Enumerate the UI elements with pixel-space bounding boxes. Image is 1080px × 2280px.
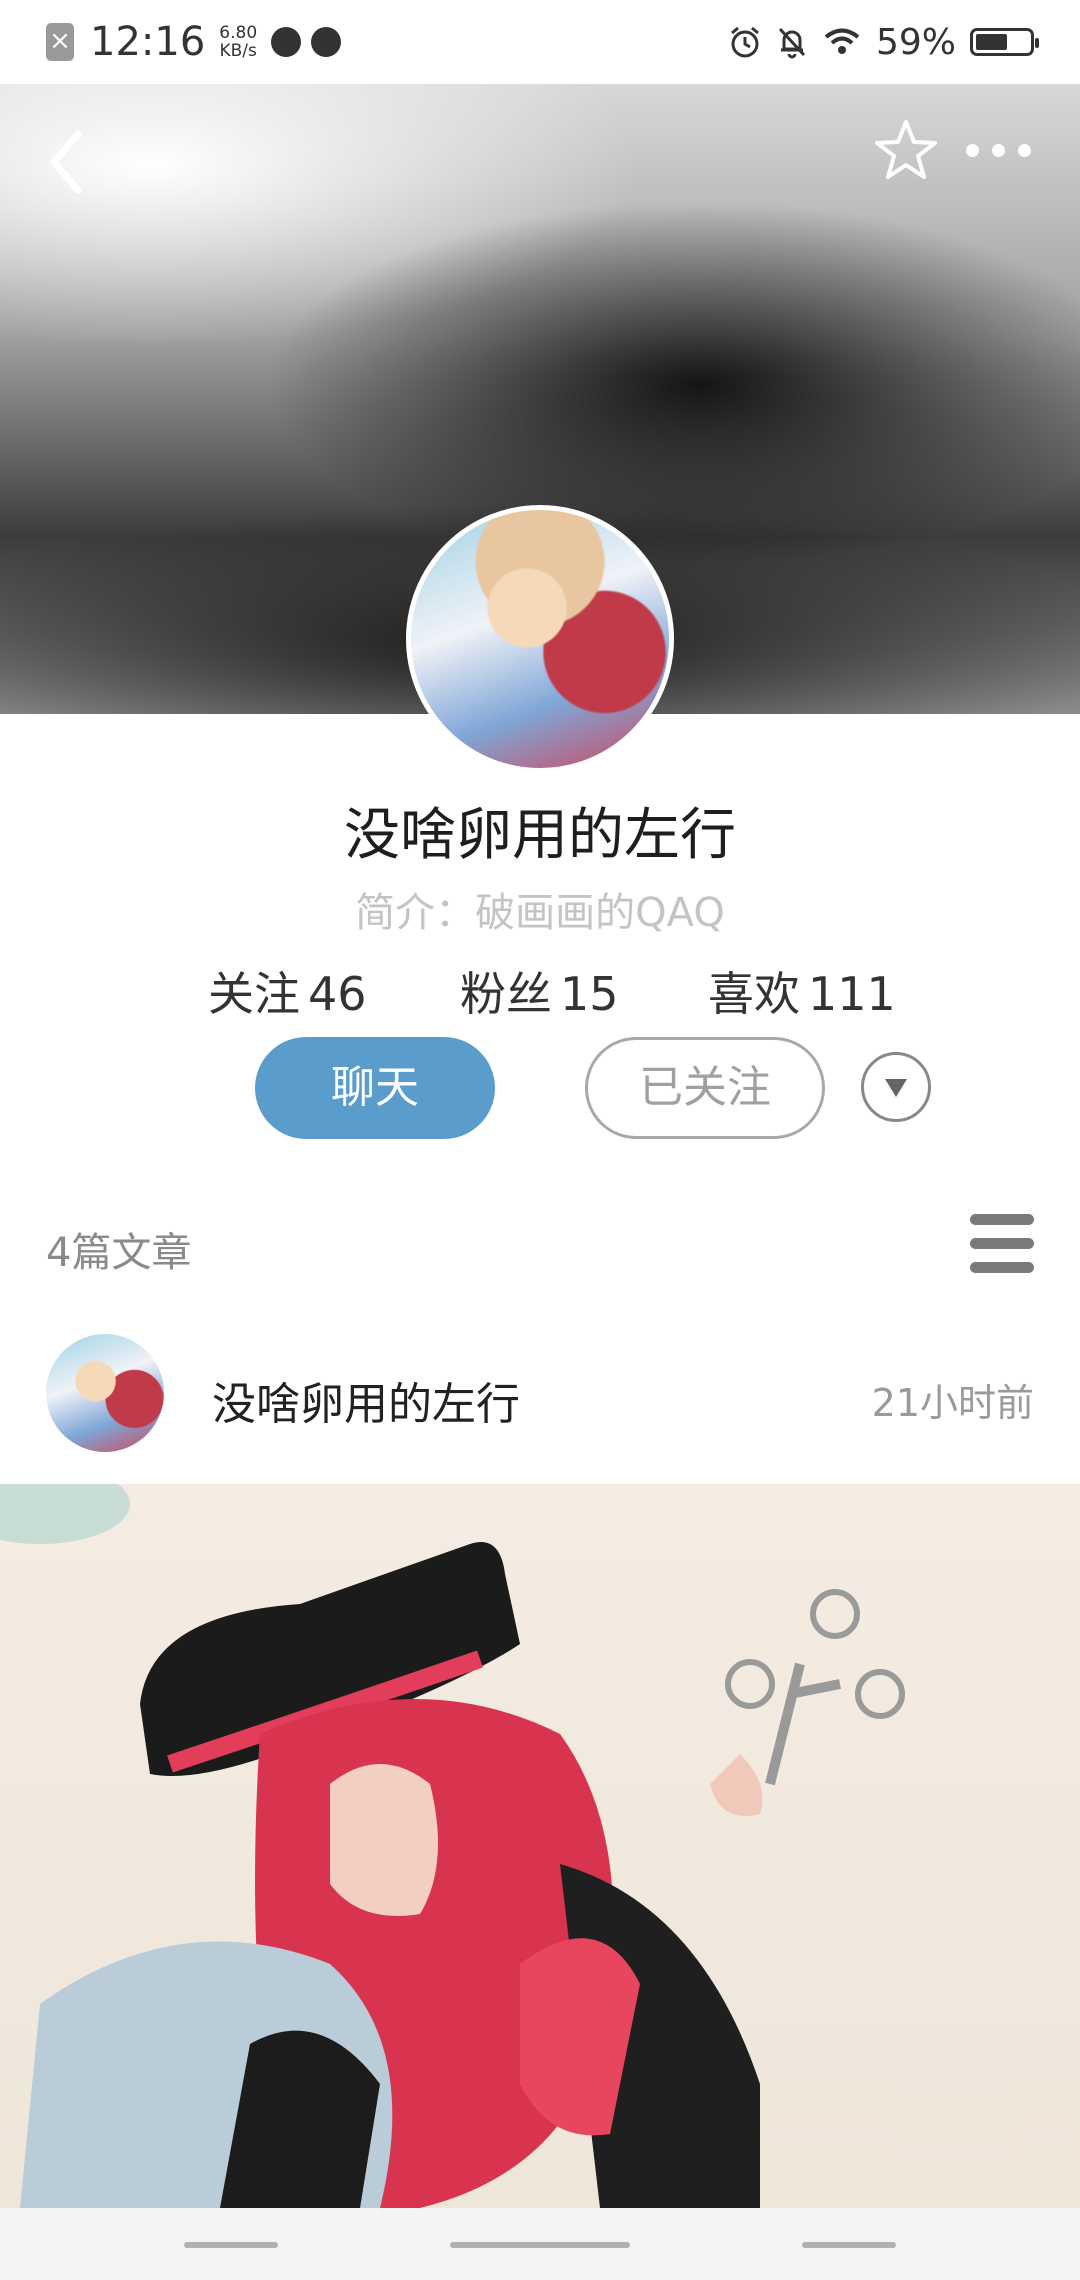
- list-bar: [970, 1262, 1034, 1273]
- profile-avatar[interactable]: [406, 505, 674, 773]
- stat-following-label: 关注: [208, 967, 300, 1021]
- status-right: 59%: [714, 18, 1039, 66]
- stat-followers[interactable]: 粉丝 15: [460, 958, 619, 1024]
- nav-back-button[interactable]: [802, 2242, 896, 2248]
- article-count: 4篇文章: [46, 1230, 192, 1276]
- status-time: 12:16: [90, 19, 206, 65]
- stat-followers-value: 15: [560, 967, 619, 1021]
- more-dot: [992, 144, 1005, 157]
- chat-button[interactable]: 聊天: [255, 1037, 495, 1139]
- star-icon[interactable]: [872, 116, 940, 184]
- post-time: 21小时前: [871, 1381, 1034, 1425]
- battery-icon: [970, 28, 1039, 56]
- back-icon[interactable]: [42, 122, 92, 202]
- stat-following[interactable]: 关注 46: [208, 958, 367, 1024]
- post-author-name[interactable]: 没啥卵用的左行: [212, 1368, 520, 1432]
- post-artwork: [0, 1484, 905, 2208]
- stat-likes[interactable]: 喜欢 111: [708, 958, 896, 1024]
- status-left: 12:16 6.80 KB/s: [46, 18, 351, 66]
- network-speed: 6.80 KB/s: [219, 24, 257, 60]
- alarm-icon: [731, 26, 759, 58]
- list-bar: [970, 1214, 1034, 1225]
- list-bar: [970, 1238, 1034, 1249]
- stat-followers-label: 粉丝: [460, 967, 552, 1021]
- system-nav-bar: [0, 2208, 1080, 2280]
- status-bar: 12:16 6.80 KB/s 59%: [0, 0, 1080, 84]
- stat-likes-value: 111: [808, 967, 896, 1021]
- list-view-icon[interactable]: [970, 1214, 1034, 1274]
- followed-button[interactable]: 已关注: [585, 1037, 825, 1139]
- app-notification-icon: [311, 27, 342, 57]
- profile-intro: 简介：破画画的QAQ: [355, 890, 725, 936]
- more-icon[interactable]: [966, 144, 1044, 157]
- stat-following-value: 46: [308, 967, 367, 1021]
- battery-level: [976, 34, 1007, 50]
- post-author-avatar[interactable]: [46, 1334, 164, 1452]
- triangle-down-icon: [885, 1079, 907, 1097]
- wifi-icon: [824, 28, 860, 54]
- more-dot: [966, 144, 979, 157]
- more-options-dropdown[interactable]: [861, 1052, 931, 1122]
- more-dot: [1018, 144, 1031, 157]
- nav-menu-button[interactable]: [184, 2242, 278, 2248]
- network-speed-value: 6.80: [219, 23, 258, 43]
- profile-stats: 关注 46 粉丝 15 喜欢 111: [0, 958, 1080, 1021]
- stat-likes-label: 喜欢: [708, 967, 800, 1021]
- post-image[interactable]: [0, 1484, 1080, 2208]
- app-notification-icon: [271, 27, 302, 57]
- network-speed-unit: KB/s: [219, 41, 257, 61]
- nav-home-button[interactable]: [450, 2242, 630, 2248]
- battery-percent: 59%: [875, 21, 956, 63]
- bell-muted-icon: [778, 27, 806, 59]
- sim-off-icon: [46, 23, 74, 61]
- profile-name: 没啥卵用的左行: [344, 803, 736, 868]
